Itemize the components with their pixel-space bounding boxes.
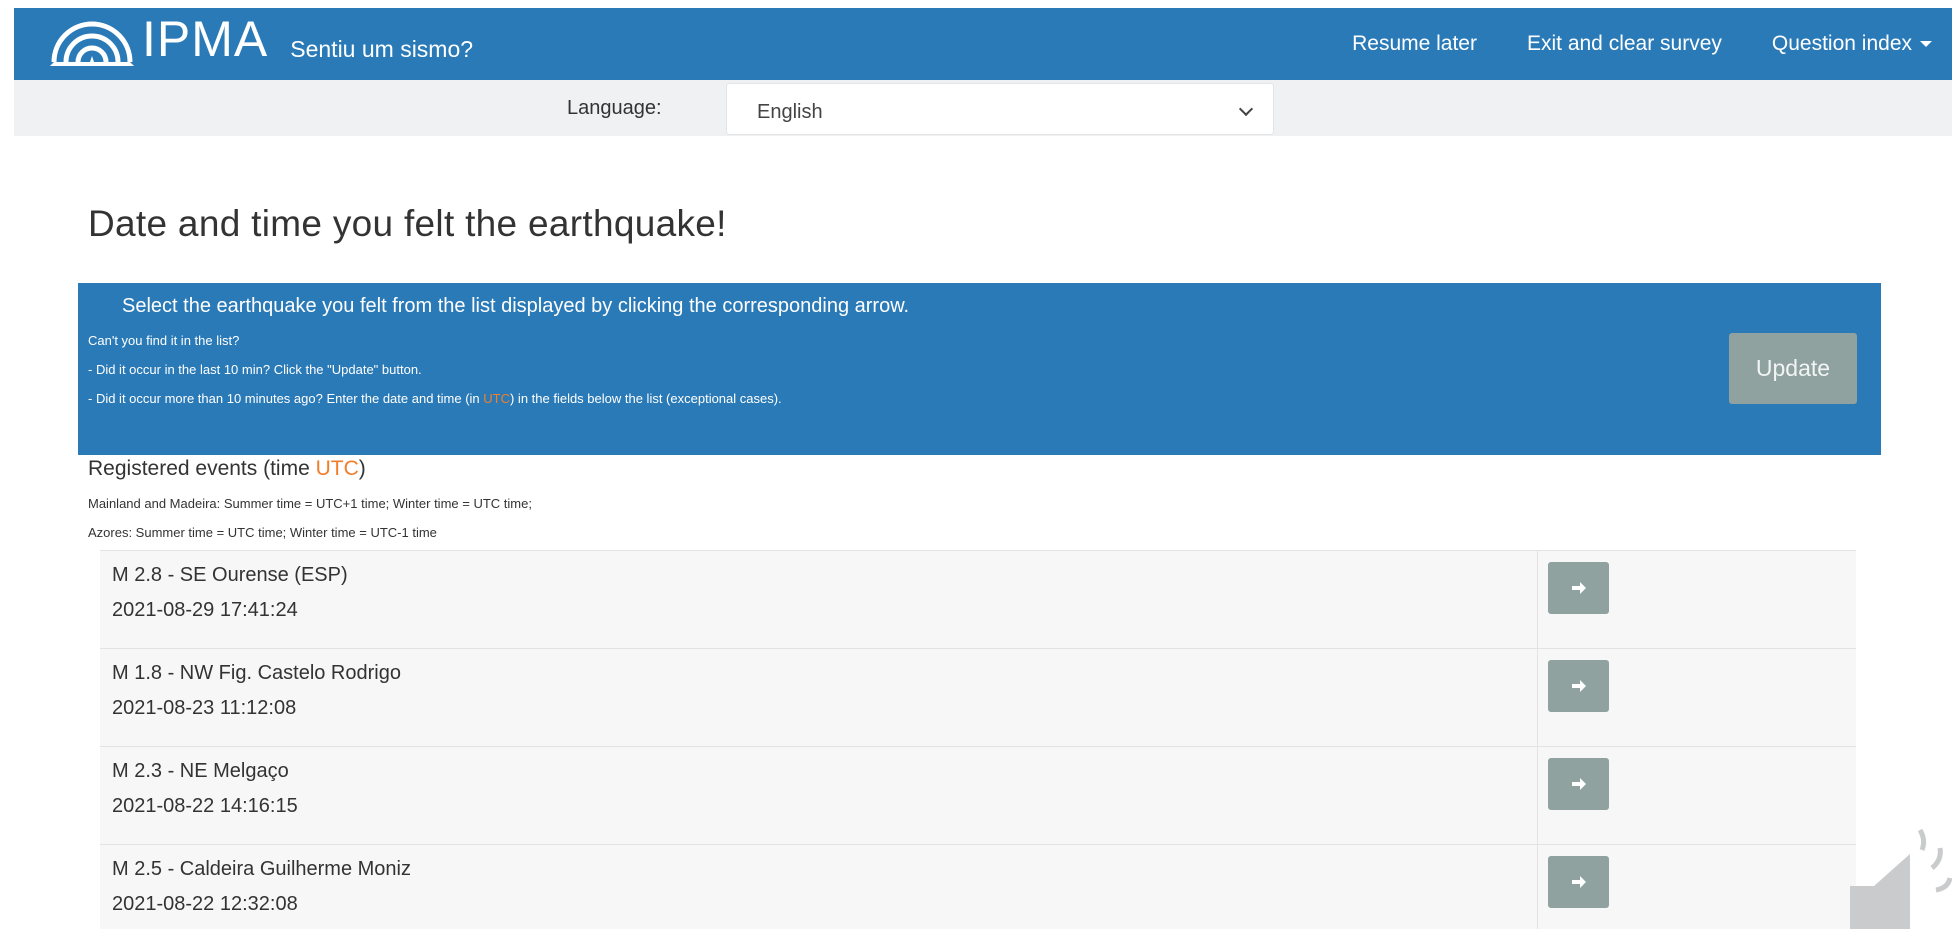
question-index-dropdown[interactable]: Question index <box>1772 32 1932 56</box>
language-bar: Language: English <box>14 80 1952 136</box>
app-title: Sentiu um sismo? <box>290 35 474 62</box>
arrow-right-icon <box>1571 876 1586 888</box>
resume-later-link[interactable]: Resume later <box>1352 32 1477 56</box>
instructions-line: - Did it occur more than 10 minutes ago?… <box>88 391 782 406</box>
select-event-button[interactable] <box>1548 660 1609 712</box>
page-title: Date and time you felt the earthquake! <box>88 203 727 244</box>
row-divider <box>1537 551 1538 648</box>
chevron-down-icon <box>1238 101 1254 117</box>
time-note-azores: Azores: Summer time = UTC time; Winter t… <box>88 525 437 540</box>
instructions-line: - Did it occur in the last 10 min? Click… <box>88 362 422 377</box>
language-selected-value: English <box>757 101 823 123</box>
event-time: 2021-08-22 14:16:15 <box>112 795 298 817</box>
arrow-right-icon <box>1571 680 1586 692</box>
ipma-waves-icon <box>50 21 134 66</box>
instructions-text: ) in the fields below the list (exceptio… <box>509 391 782 406</box>
row-divider <box>1537 649 1538 746</box>
language-select[interactable]: English <box>726 83 1274 135</box>
question-index-label: Question index <box>1771 32 1912 55</box>
list-item: M 1.8 - NW Fig. Castelo Rodrigo 2021-08-… <box>100 648 1856 746</box>
title-text: Registered events (time <box>88 457 316 480</box>
utc-highlight: UTC <box>315 457 359 480</box>
event-name: M 1.8 - NW Fig. Castelo Rodrigo <box>112 662 401 684</box>
arrow-right-icon <box>1571 778 1586 790</box>
event-time: 2021-08-29 17:41:24 <box>112 599 298 621</box>
arrow-right-icon <box>1571 582 1586 594</box>
time-note-mainland: Mainland and Madeira: Summer time = UTC+… <box>88 496 532 511</box>
instructions-text: - Did it occur more than 10 minutes ago?… <box>88 391 484 406</box>
row-divider <box>1537 845 1538 929</box>
row-divider <box>1537 747 1538 844</box>
instructions-line: Can't you find it in the list? <box>88 333 240 348</box>
event-time: 2021-08-22 12:32:08 <box>112 893 298 915</box>
update-button[interactable]: Update <box>1729 333 1857 404</box>
language-label: Language: <box>567 97 662 119</box>
list-item: M 2.8 - SE Ourense (ESP) 2021-08-29 17:4… <box>100 550 1856 648</box>
event-name: M 2.5 - Caldeira Guilherme Moniz <box>112 858 411 880</box>
brand[interactable]: IPMA Sentiu um sismo? <box>46 8 473 80</box>
select-event-button[interactable] <box>1548 856 1609 908</box>
registered-events-title: Registered events (time UTC) <box>88 457 366 481</box>
event-time: 2021-08-23 11:12:08 <box>112 697 297 719</box>
exit-clear-survey-link[interactable]: Exit and clear survey <box>1527 32 1722 56</box>
top-navbar: IPMA Sentiu um sismo? Resume later Exit … <box>14 8 1952 80</box>
speaker-icon[interactable] <box>1840 820 1952 929</box>
event-name: M 2.8 - SE Ourense (ESP) <box>112 564 348 586</box>
event-name: M 2.3 - NE Melgaço <box>112 760 289 782</box>
select-event-button[interactable] <box>1548 758 1609 810</box>
logo-text: IPMA <box>142 11 269 67</box>
list-item: M 2.3 - NE Melgaço 2021-08-22 14:16:15 <box>100 746 1856 844</box>
list-item: M 2.5 - Caldeira Guilherme Moniz 2021-08… <box>100 844 1856 929</box>
utc-highlight: UTC <box>483 391 510 406</box>
instructions-main: Select the earthquake you felt from the … <box>122 295 910 317</box>
events-list: M 2.8 - SE Ourense (ESP) 2021-08-29 17:4… <box>100 550 1856 929</box>
caret-down-icon <box>1920 41 1932 48</box>
select-event-button[interactable] <box>1548 562 1609 614</box>
nav-links: Resume later Exit and clear survey Quest… <box>1302 8 1932 80</box>
title-text: ) <box>358 457 366 480</box>
instructions-panel: Select the earthquake you felt from the … <box>78 283 1881 455</box>
